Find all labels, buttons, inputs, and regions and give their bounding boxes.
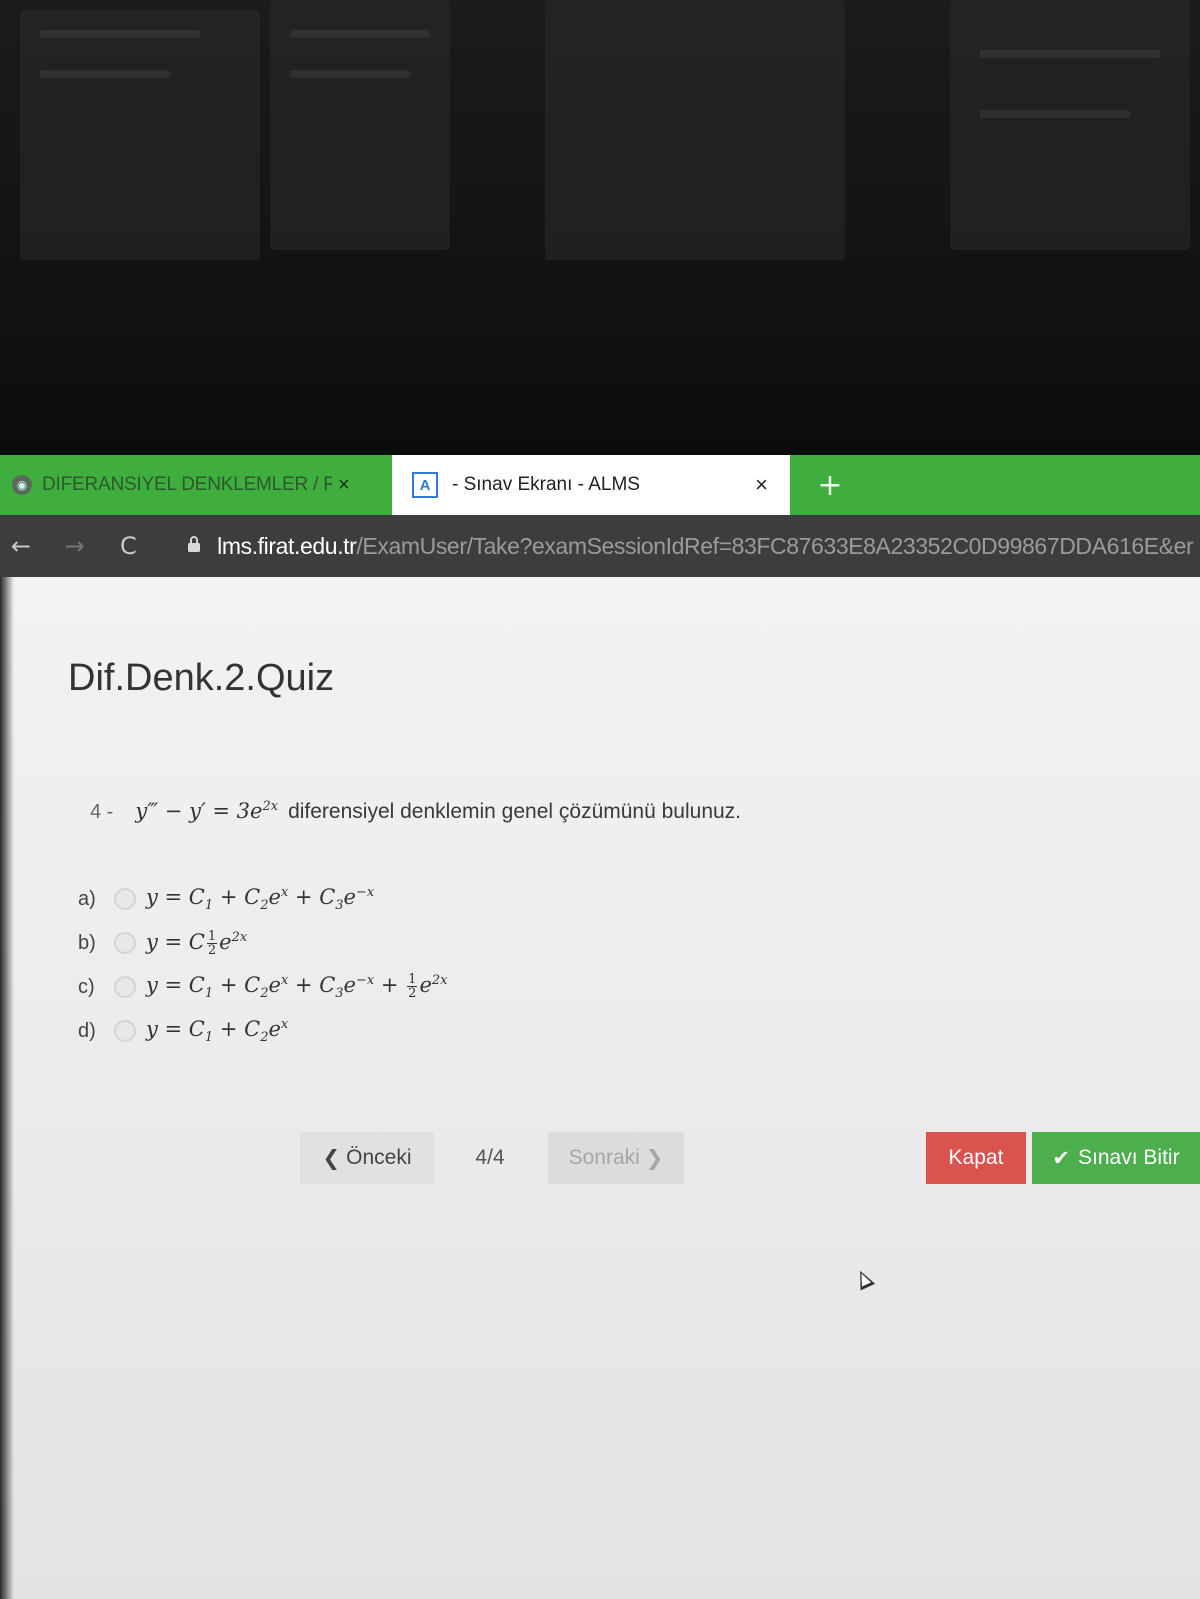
url-field[interactable]: lms.firat.edu.tr/ExamUser/Take?examSessi… [217,533,1200,560]
option-formula: y = C1 + C2ex [146,1016,289,1046]
alms-favicon: A [412,472,438,498]
background-scribble [290,70,410,78]
monitor-edge-shadow [0,577,14,1599]
tab-sinav-ekrani[interactable]: A - Sınav Ekranı - ALMS × [392,455,790,515]
question-text: diferensiyel denklemin genel çözümünü bu… [288,800,742,823]
close-icon[interactable]: × [338,474,350,497]
option-label: b) [78,931,96,954]
option-label: d) [78,1019,96,1042]
background-scribble [980,110,1130,118]
radio-button[interactable] [114,1020,136,1042]
question-equation: y‴ − y′ = 3e2x [135,799,279,823]
background-scribble [40,70,170,78]
check-icon: ✔ [1052,1146,1071,1170]
background-scribble [980,50,1160,58]
option-c[interactable]: c) y = C1 + C2ex + C3e−x + 1 2 e2x [78,965,448,1009]
tab-label: DİFERANSİYEL DENKLEMLER / Re [42,474,332,495]
browser-favicon: ◉ [12,475,32,495]
tab-label: - Sınav Ekranı - ALMS [452,474,640,495]
address-toolbar: ← → C lms.firat.edu.tr/ExamUser/Take?exa… [0,515,1200,577]
option-formula: y = C 1 2 e2x [146,928,248,958]
question-row: 4 - y‴ − y′ = 3e2x diferensiyel denklemi… [90,799,741,824]
lock-icon [187,535,205,557]
background-scribble [290,30,430,38]
option-label: c) [78,975,95,998]
option-b[interactable]: b) y = C 1 2 e2x [78,921,448,965]
plus-icon[interactable]: + [810,465,850,505]
radio-button[interactable] [114,888,136,910]
background-paper [950,0,1190,250]
background-scribble [40,30,200,38]
exam-page: Dif.Denk.2.Quiz 4 - y‴ − y′ = 3e2x difer… [0,577,1200,1599]
chevron-left-icon: ❮ [322,1146,341,1170]
radio-button[interactable] [114,932,136,954]
close-exam-button[interactable]: Kapat [926,1132,1026,1184]
option-a[interactable]: a) y = C1 + C2ex + C3e−x [78,877,448,921]
option-d[interactable]: d) y = C1 + C2ex [78,1009,448,1053]
back-arrow-icon[interactable]: ← [4,532,38,560]
url-path: /ExamUser/Take?examSessionIdRef=83FC8763… [356,532,1194,559]
page-title: Dif.Denk.2.Quiz [68,657,335,699]
chevron-right-icon: ❯ [645,1146,664,1170]
page-counter: 4/4 [475,1146,505,1169]
next-button[interactable]: Sonraki ❯ [548,1132,684,1184]
tab-diferansiyel[interactable]: ◉ DİFERANSİYEL DENKLEMLER / Re × [0,455,392,515]
question-number: 4 - [90,801,114,823]
tab-strip: ◉ DİFERANSİYEL DENKLEMLER / Re × A - Sın… [0,455,1200,515]
option-formula: y = C1 + C2ex + C3e−x + 1 2 e2x [146,971,448,1002]
answer-options: a) y = C1 + C2ex + C3e−x b) y = C 1 2 e2x c… [78,877,448,1053]
option-label: a) [78,887,96,910]
previous-button[interactable]: ❮ Önceki [300,1132,434,1184]
close-icon[interactable]: × [755,472,768,498]
finish-exam-button[interactable]: ✔ Sınavı Bitir [1032,1132,1200,1184]
background-paper [20,10,260,260]
option-formula: y = C1 + C2ex + C3e−x [146,884,375,914]
forward-arrow-icon[interactable]: → [58,532,92,560]
finish-label: Sınavı Bitir [1078,1146,1180,1169]
previous-label: Önceki [346,1146,412,1169]
background-paper [545,0,845,260]
next-label: Sonraki [568,1146,640,1169]
reload-icon[interactable]: C [112,532,146,560]
url-host: lms.firat.edu.tr [217,532,357,559]
mouse-cursor-icon [852,1267,876,1291]
photo-background [0,0,1200,455]
radio-button[interactable] [114,976,136,998]
close-label: Kapat [948,1146,1004,1169]
